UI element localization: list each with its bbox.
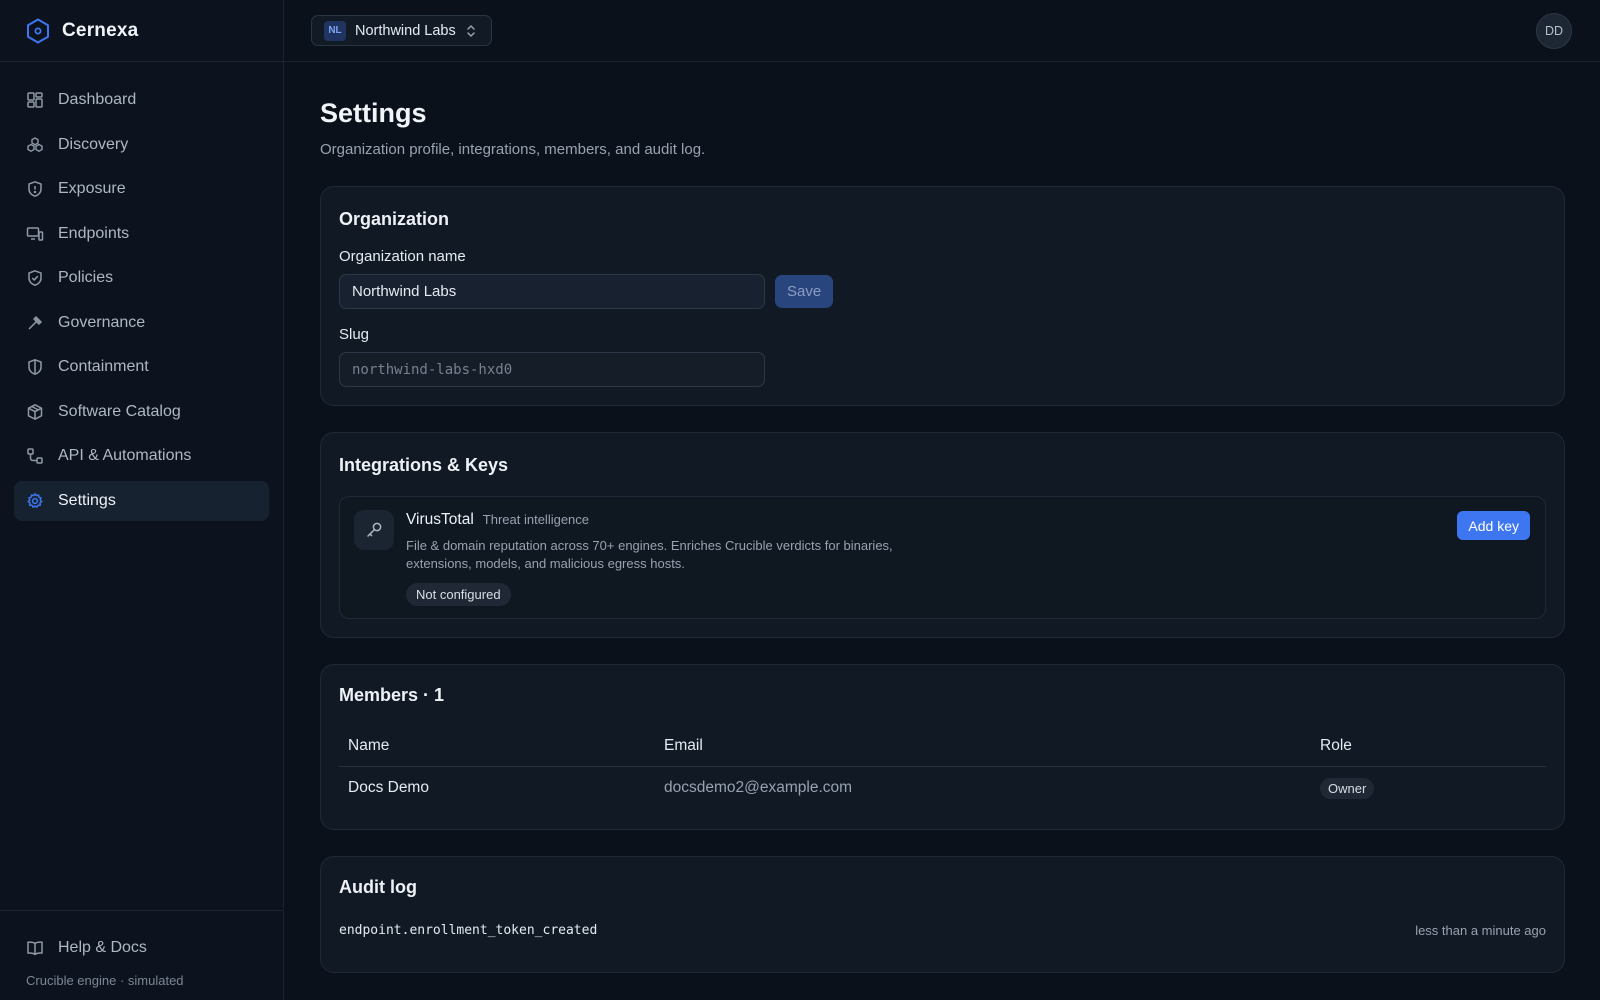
page-title: Settings [320, 98, 427, 128]
sidebar-item-dashboard[interactable]: Dashboard [14, 80, 269, 120]
sidebar-item-label: Software Catalog [58, 402, 181, 420]
chevron-up-down-icon [465, 23, 477, 39]
sidebar-item-discovery[interactable]: Discovery [14, 125, 269, 165]
engine-status-note: Crucible engine · simulated [26, 973, 184, 988]
slug-field: northwind-labs-hxd0 [339, 352, 765, 387]
members-table: Name Email Role Docs Demo docsdemo2@exam… [339, 726, 1546, 810]
slug-label: Slug [339, 326, 370, 343]
role-badge: Owner [1320, 777, 1375, 799]
hexagon-logo-icon [26, 18, 50, 44]
member-email: docsdemo2@example.com [664, 779, 853, 797]
monitor-icon [26, 225, 44, 243]
audit-event-time: less than a minute ago [1415, 923, 1546, 938]
organization-card: Organization Organization name Northwind… [320, 186, 1565, 406]
audit-log-entry: endpoint.enrollment_token_created less t… [339, 923, 1546, 938]
sidebar-item-label: API & Automations [58, 447, 192, 464]
gavel-icon [26, 314, 44, 332]
sidebar-item-containment[interactable]: Containment [14, 347, 269, 387]
sidebar-item-software-catalog[interactable]: Software Catalog [14, 392, 269, 432]
org-switcher-name: Northwind Labs [355, 22, 456, 39]
save-button[interactable]: Save [775, 275, 834, 308]
sidebar-item-label: Policies [58, 269, 114, 286]
sidebar-item-label: Governance [58, 313, 146, 331]
sidebar-item-label: Settings [58, 491, 116, 509]
grid-icon [26, 91, 44, 109]
integration-virustotal: VirusTotal Threat intelligence File & do… [339, 496, 1546, 619]
table-row[interactable]: Docs Demo docsdemo2@example.com Owner [339, 766, 1546, 810]
table-header-row: Name Email Role [339, 726, 1546, 767]
gear-icon [26, 492, 44, 510]
sidebar-item-label: Containment [58, 358, 149, 375]
audit-log-title: Audit log [339, 877, 417, 897]
sidebar-item-label: Dashboard [58, 91, 137, 108]
members-title: Members · 1 [339, 685, 445, 705]
sidebar-item-governance[interactable]: Governance [14, 303, 269, 343]
audit-event-name: endpoint.enrollment_token_created [339, 923, 598, 938]
help-docs-label: Help & Docs [58, 939, 147, 956]
package-icon [26, 403, 44, 421]
sidebar-item-label: Endpoints [58, 224, 130, 242]
book-icon [26, 939, 44, 957]
sidebar-item-api-automations[interactable]: API & Automations [14, 436, 269, 476]
page-subtitle: Organization profile, integrations, memb… [320, 141, 706, 158]
main: NL Northwind Labs DD Settings Organizati… [284, 0, 1600, 1000]
sidebar: Cernexa Dashboard Discovery Exposure End… [0, 0, 284, 1000]
column-header-name[interactable]: Name [339, 726, 655, 767]
integration-name: VirusTotal [406, 511, 474, 528]
sidebar-item-label: Discovery [58, 135, 129, 153]
help-docs-link[interactable]: Help & Docs [14, 933, 269, 963]
cubes-icon [26, 136, 44, 154]
sidebar-item-exposure[interactable]: Exposure [14, 169, 269, 209]
sidebar-nav: Dashboard Discovery Exposure Endpoints P… [0, 62, 283, 910]
shield-alert-icon [26, 180, 44, 198]
audit-log-card: Audit log endpoint.enrollment_token_crea… [320, 856, 1565, 973]
integration-description: File & domain reputation across 70+ engi… [406, 538, 893, 571]
integration-category: Threat intelligence [482, 512, 590, 527]
sidebar-item-endpoints[interactable]: Endpoints [14, 214, 269, 254]
org-name-input[interactable]: Northwind Labs [339, 274, 765, 309]
avatar[interactable]: DD [1536, 12, 1572, 49]
member-name: Docs Demo [348, 779, 429, 797]
members-card: Members · 1 Name Email Role Docs Demo do… [320, 664, 1565, 830]
integrations-title: Integrations & Keys [339, 455, 509, 475]
brand-name: Cernexa [62, 19, 139, 41]
status-badge: Not configured [406, 583, 511, 606]
brand[interactable]: Cernexa [0, 0, 283, 62]
add-key-button[interactable]: Add key [1457, 511, 1530, 540]
org-switcher[interactable]: NL Northwind Labs [311, 15, 492, 46]
sidebar-item-label: Exposure [58, 180, 126, 197]
org-name-label: Organization name [339, 248, 466, 265]
organization-title: Organization [339, 209, 450, 229]
shield-check-icon [26, 269, 44, 287]
settings-content: Settings Organization profile, integrati… [284, 62, 1600, 973]
sidebar-footer: Help & Docs Crucible engine · simulated [0, 910, 283, 1000]
integrations-card: Integrations & Keys VirusTotal Threat in… [320, 432, 1565, 638]
workflow-icon [26, 447, 44, 465]
sidebar-item-settings[interactable]: Settings [14, 480, 269, 521]
key-icon [354, 510, 394, 550]
column-header-email[interactable]: Email [655, 726, 1311, 767]
org-initials-badge: NL [324, 20, 346, 41]
topbar: NL Northwind Labs DD [284, 0, 1600, 62]
sidebar-item-policies[interactable]: Policies [14, 258, 269, 298]
shield-half-icon [26, 358, 44, 376]
column-header-role[interactable]: Role [1311, 726, 1546, 767]
